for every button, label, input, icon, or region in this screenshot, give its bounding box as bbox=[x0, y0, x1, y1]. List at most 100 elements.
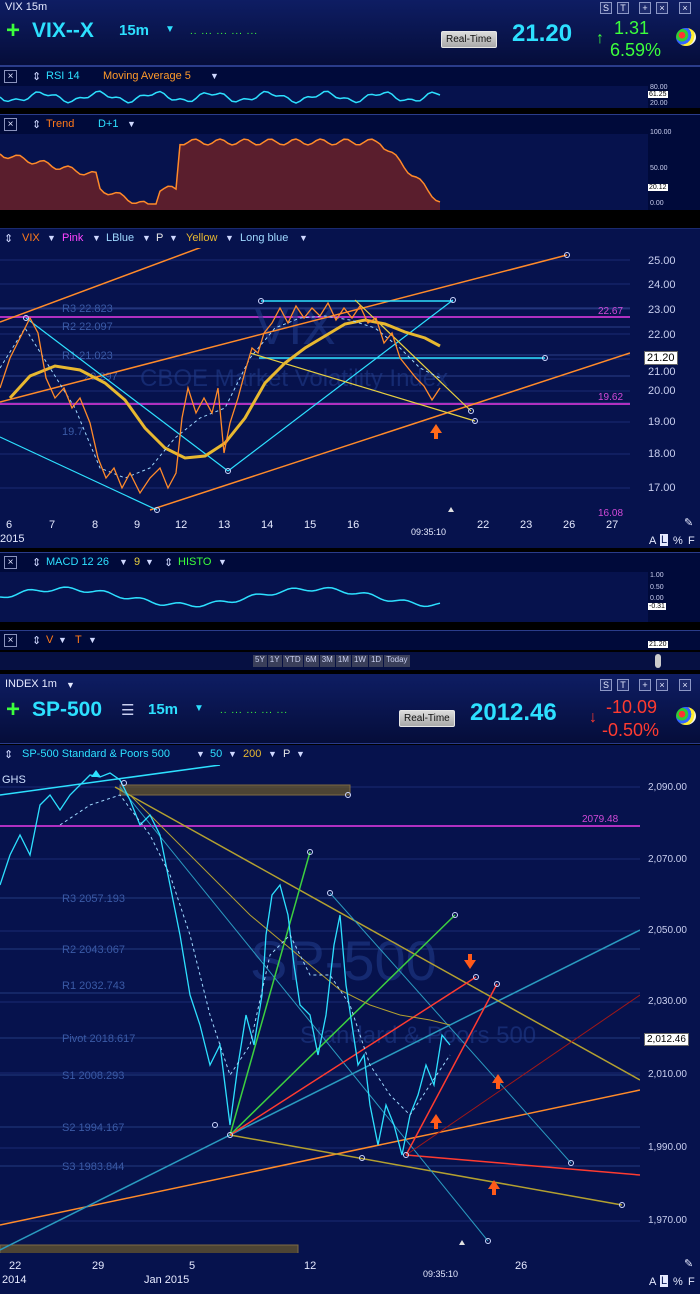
range-1w[interactable]: 1W bbox=[351, 655, 368, 667]
vix-axis-a[interactable]: A bbox=[649, 535, 656, 547]
spx-pencil-icon[interactable]: ✎ bbox=[684, 1257, 693, 1270]
range-1y[interactable]: 1Y bbox=[267, 655, 282, 667]
spx-main-menu-icon[interactable]: ⇕ bbox=[4, 748, 13, 761]
trend-label[interactable]: Trend bbox=[46, 118, 74, 130]
palette-icon[interactable] bbox=[676, 28, 696, 46]
spx-legend-200-dd[interactable]: ▼ bbox=[268, 749, 277, 759]
spx-symbol[interactable]: SP-500 bbox=[32, 698, 102, 722]
rsi-label[interactable]: RSI 14 bbox=[46, 70, 80, 82]
tv-icon[interactable]: T bbox=[617, 2, 629, 14]
spx-legend-p-dd[interactable]: ▼ bbox=[296, 749, 305, 759]
spx-axis-f[interactable]: F bbox=[688, 1276, 695, 1288]
spx-title-dropdown-icon[interactable]: ▼ bbox=[66, 680, 75, 690]
legend-lblue-dd[interactable]: ▼ bbox=[142, 233, 151, 243]
spx-interval-dropdown-icon[interactable]: ▼ bbox=[194, 703, 204, 714]
range-scroll-handle[interactable] bbox=[655, 654, 661, 668]
spx-expand-icon[interactable]: + bbox=[639, 679, 651, 691]
legend-p-dd[interactable]: ▼ bbox=[169, 233, 178, 243]
close-window-icon[interactable]: × bbox=[679, 2, 691, 14]
vix-axis-f[interactable]: F bbox=[688, 535, 695, 547]
legend-lblue[interactable]: LBlue bbox=[106, 232, 134, 244]
trend-plot[interactable] bbox=[0, 134, 648, 210]
legend-long-blue-dd[interactable]: ▼ bbox=[299, 233, 308, 243]
vix-x-8: 8 bbox=[92, 519, 99, 531]
interval-dropdown-icon[interactable]: ▼ bbox=[165, 24, 175, 35]
add-symbol-icon[interactable]: + bbox=[6, 17, 20, 45]
macd-plot[interactable] bbox=[0, 572, 648, 622]
macd-dd[interactable]: ▼ bbox=[119, 557, 128, 567]
vix-main-menu-icon[interactable]: ⇕ bbox=[4, 232, 13, 245]
range-6m[interactable]: 6M bbox=[303, 655, 319, 667]
spx-add-symbol-icon[interactable]: + bbox=[6, 696, 20, 724]
spx-legend-50-dd[interactable]: ▼ bbox=[228, 749, 237, 759]
spx-tv-icon[interactable]: T bbox=[617, 679, 629, 691]
macd-histo[interactable]: HISTO bbox=[178, 556, 211, 568]
range-5y[interactable]: 5Y bbox=[253, 655, 267, 667]
legend-yellow-dd[interactable]: ▼ bbox=[225, 233, 234, 243]
realtime-button[interactable]: Real-Time bbox=[441, 31, 497, 48]
spx-legend-50[interactable]: 50 bbox=[210, 748, 222, 760]
vix-chart[interactable]: VIX CBOE Market Volatility Index R3 22.8… bbox=[0, 248, 630, 516]
spx-scale-icon[interactable]: S bbox=[600, 679, 612, 691]
vt-v-dd[interactable]: ▼ bbox=[58, 635, 67, 645]
spx-close-window-icon[interactable]: × bbox=[679, 679, 691, 691]
spx-legend-name[interactable]: SP-500 Standard & Poors 500 bbox=[22, 748, 170, 760]
spx-axis-l[interactable]: L bbox=[660, 1275, 669, 1287]
spx-legend-dd[interactable]: ▼ bbox=[196, 749, 205, 759]
vt-v-label[interactable]: V bbox=[46, 634, 53, 646]
macd-signal[interactable]: 9 bbox=[134, 556, 140, 568]
rsi-close-icon[interactable]: × bbox=[4, 70, 17, 83]
vt-t-dd[interactable]: ▼ bbox=[88, 635, 97, 645]
trend-menu-icon[interactable]: ⇕ bbox=[32, 118, 41, 131]
legend-vix-dd[interactable]: ▼ bbox=[47, 233, 56, 243]
range-ytd[interactable]: YTD bbox=[282, 655, 303, 667]
vix-y-18: 18.00 bbox=[648, 448, 676, 460]
macd-label[interactable]: MACD 12 26 bbox=[46, 556, 109, 568]
scale-icon[interactable]: S bbox=[600, 2, 612, 14]
range-1m[interactable]: 1M bbox=[335, 655, 351, 667]
macd-close-icon[interactable]: × bbox=[4, 556, 17, 569]
trend-dropdown-icon[interactable]: ▼ bbox=[127, 119, 136, 129]
spx-list-icon[interactable]: ☰ bbox=[121, 701, 134, 719]
legend-vix[interactable]: VIX bbox=[22, 232, 40, 244]
trend-d1-label[interactable]: D+1 bbox=[98, 118, 119, 130]
vt-close-icon[interactable]: × bbox=[4, 634, 17, 647]
range-1d[interactable]: 1D bbox=[368, 655, 384, 667]
trend-close-icon[interactable]: × bbox=[4, 118, 17, 131]
rsi-ma-dropdown-icon[interactable]: ▼ bbox=[210, 71, 219, 81]
spx-legend-p[interactable]: P bbox=[283, 748, 290, 760]
spx-axis-a[interactable]: A bbox=[649, 1276, 656, 1288]
rsi-ma-label[interactable]: Moving Average 5 bbox=[103, 70, 191, 82]
spx-palette-icon[interactable] bbox=[676, 707, 696, 725]
spx-chart[interactable]: SP-500 Standard & Poors 500 R3 2057.193 … bbox=[0, 765, 640, 1253]
range-today[interactable]: Today bbox=[384, 655, 410, 667]
legend-p[interactable]: P bbox=[156, 232, 163, 244]
legend-pink-dd[interactable]: ▼ bbox=[92, 233, 101, 243]
vix-interval[interactable]: 15m bbox=[119, 22, 149, 39]
macd-histo-dd[interactable]: ▼ bbox=[218, 557, 227, 567]
rsi-menu-icon[interactable]: ⇕ bbox=[32, 70, 41, 83]
vix-pencil-icon[interactable]: ✎ bbox=[684, 516, 693, 529]
legend-pink[interactable]: Pink bbox=[62, 232, 83, 244]
spx-close-icon[interactable]: × bbox=[656, 679, 668, 691]
legend-long-blue[interactable]: Long blue bbox=[240, 232, 288, 244]
spx-realtime-button[interactable]: Real-Time bbox=[399, 710, 455, 727]
vt-menu-icon[interactable]: ⇕ bbox=[32, 634, 41, 647]
vt-t-label[interactable]: T bbox=[75, 634, 82, 646]
spx-axis-pct[interactable]: % bbox=[673, 1276, 683, 1288]
expand-icon[interactable]: + bbox=[639, 2, 651, 14]
range-3m[interactable]: 3M bbox=[319, 655, 335, 667]
spx-legend-200[interactable]: 200 bbox=[243, 748, 261, 760]
macd-histo-menu-icon[interactable]: ⇕ bbox=[164, 556, 173, 569]
spx-x-jan2015: Jan 2015 bbox=[144, 1274, 190, 1286]
rsi-plot[interactable] bbox=[0, 86, 648, 108]
vix-symbol[interactable]: VIX--X bbox=[32, 19, 94, 43]
close-icon[interactable]: × bbox=[656, 2, 668, 14]
vix-axis-l[interactable]: L bbox=[660, 534, 669, 546]
spx-down-arrow-marker bbox=[464, 954, 476, 969]
vix-axis-pct[interactable]: % bbox=[673, 535, 683, 547]
legend-yellow[interactable]: Yellow bbox=[186, 232, 217, 244]
macd-signal-dd[interactable]: ▼ bbox=[145, 557, 154, 567]
macd-menu-icon[interactable]: ⇕ bbox=[32, 556, 41, 569]
spx-interval[interactable]: 15m bbox=[148, 701, 178, 718]
